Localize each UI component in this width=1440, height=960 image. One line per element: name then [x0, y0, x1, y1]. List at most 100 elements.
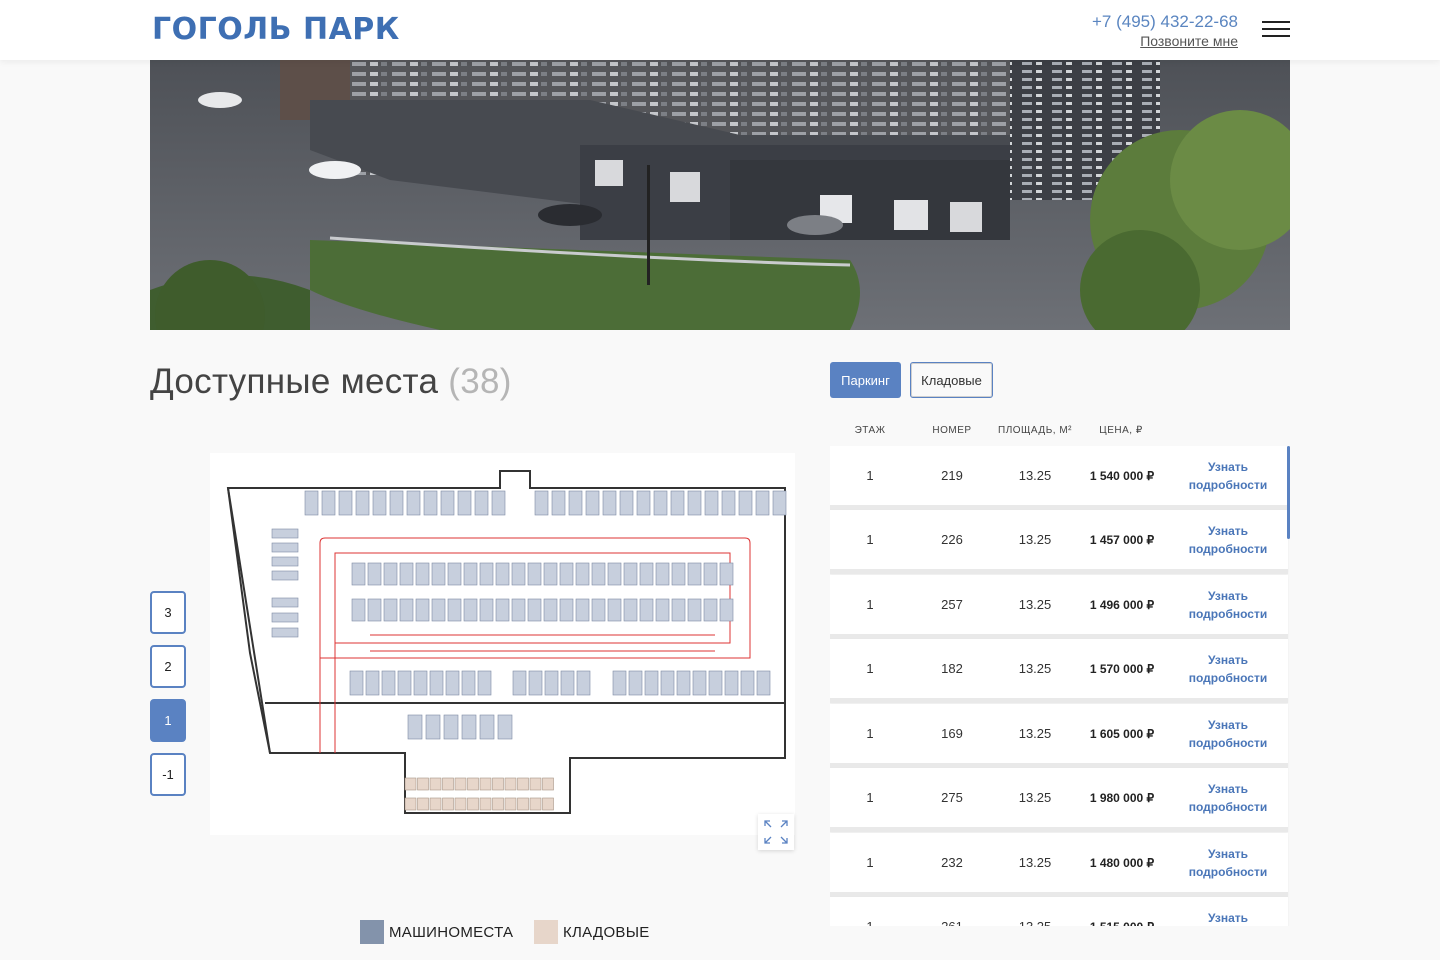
parking-spot[interactable]	[660, 670, 675, 696]
parking-spot[interactable]	[692, 670, 707, 696]
storage-unit[interactable]	[467, 777, 479, 791]
parking-spot[interactable]	[497, 714, 513, 740]
parking-spot[interactable]	[477, 670, 492, 696]
site-logo[interactable]: ГОГОЛЬ ПАРК	[152, 12, 400, 47]
parking-spot[interactable]	[271, 570, 299, 581]
parking-spot[interactable]	[415, 598, 430, 622]
parking-spot[interactable]	[591, 598, 606, 622]
details-link[interactable]: Узнатьподробности	[1175, 639, 1281, 698]
floor-button-3[interactable]: 3	[150, 591, 186, 634]
parking-spot[interactable]	[623, 562, 638, 586]
parking-spot[interactable]	[351, 562, 366, 586]
table-row[interactable]: 1 232 13.25 1 480 000 ₽ Узнать подробност…	[830, 833, 1288, 897]
parking-spot[interactable]	[463, 598, 478, 622]
parking-spot[interactable]	[639, 562, 654, 586]
details-link[interactable]: Узнатьподробности	[1175, 768, 1281, 827]
details-link[interactable]: Узнатьподробности	[1175, 510, 1281, 569]
floor-button-minus1[interactable]: -1	[150, 753, 186, 796]
parking-spot[interactable]	[365, 670, 380, 696]
parking-spot[interactable]	[740, 670, 755, 696]
parking-spot[interactable]	[425, 714, 441, 740]
table-row[interactable]: 1 261 13.25 1 515 000 ₽ Узнатьподробност…	[830, 897, 1288, 926]
parking-spot[interactable]	[543, 562, 558, 586]
storage-unit[interactable]	[542, 797, 554, 811]
parking-spot[interactable]	[415, 562, 430, 586]
parking-spot[interactable]	[655, 598, 670, 622]
parking-spot[interactable]	[383, 598, 398, 622]
parking-spot[interactable]	[527, 598, 542, 622]
parking-spot[interactable]	[479, 714, 495, 740]
parking-spot[interactable]	[495, 598, 510, 622]
parking-spot[interactable]	[719, 598, 734, 622]
parking-spot[interactable]	[457, 490, 472, 516]
parking-spot[interactable]	[479, 562, 494, 586]
storage-unit[interactable]	[442, 797, 454, 811]
parking-spot[interactable]	[756, 670, 771, 696]
storage-unit[interactable]	[504, 777, 517, 791]
parking-spot[interactable]	[636, 490, 651, 516]
expand-plan-button[interactable]	[758, 814, 794, 850]
parking-spot[interactable]	[612, 670, 627, 696]
storage-unit[interactable]	[492, 797, 504, 811]
parking-spot[interactable]	[511, 562, 526, 586]
storage-unit[interactable]	[517, 797, 529, 811]
parking-spot[interactable]	[447, 598, 462, 622]
parking-spot[interactable]	[551, 490, 566, 516]
parking-spot[interactable]	[670, 490, 685, 516]
parking-spot[interactable]	[591, 562, 606, 586]
parking-spot[interactable]	[575, 562, 590, 586]
parking-spot[interactable]	[304, 490, 319, 516]
parking-spot[interactable]	[703, 598, 718, 622]
parking-spot[interactable]	[399, 562, 414, 586]
parking-spot[interactable]	[271, 597, 299, 608]
parking-spot[interactable]	[575, 598, 590, 622]
parking-spot[interactable]	[271, 627, 299, 638]
parking-spot[interactable]	[534, 490, 549, 516]
table-scrollbar[interactable]	[1287, 446, 1290, 539]
parking-spot[interactable]	[349, 670, 364, 696]
hamburger-icon[interactable]	[1262, 20, 1290, 38]
parking-spot[interactable]	[559, 562, 574, 586]
floor-button-1[interactable]: 1	[150, 699, 186, 742]
parking-spot[interactable]	[461, 670, 476, 696]
parking-spot[interactable]	[479, 598, 494, 622]
storage-unit[interactable]	[442, 777, 454, 791]
parking-spot[interactable]	[271, 556, 299, 567]
details-link[interactable]: Узнатьподробности	[1175, 897, 1281, 926]
parking-spot[interactable]	[704, 490, 719, 516]
storage-unit[interactable]	[417, 797, 429, 811]
storage-unit[interactable]	[429, 797, 442, 811]
details-link[interactable]: Узнатьподробности	[1175, 446, 1281, 505]
storage-unit[interactable]	[429, 777, 442, 791]
parking-spot[interactable]	[406, 490, 421, 516]
parking-spot[interactable]	[644, 670, 659, 696]
parking-spot[interactable]	[607, 598, 622, 622]
parking-spot[interactable]	[619, 490, 634, 516]
parking-spot[interactable]	[495, 562, 510, 586]
parking-spot[interactable]	[321, 490, 336, 516]
parking-spot[interactable]	[724, 670, 739, 696]
parking-spot[interactable]	[389, 490, 404, 516]
storage-unit[interactable]	[542, 777, 554, 791]
parking-spot[interactable]	[671, 562, 686, 586]
storage-unit[interactable]	[454, 777, 467, 791]
parking-spot[interactable]	[559, 598, 574, 622]
details-link[interactable]: Узнатьподробности	[1175, 704, 1281, 763]
parking-spot[interactable]	[607, 562, 622, 586]
details-link[interactable]: Узнатьподробности	[1175, 833, 1281, 892]
tab-parking[interactable]: Паркинг	[830, 362, 901, 398]
parking-spot[interactable]	[602, 490, 617, 516]
phone-number[interactable]: +7 (495) 432-22-68	[1092, 12, 1238, 32]
parking-spot[interactable]	[671, 598, 686, 622]
parking-spot[interactable]	[512, 670, 527, 696]
table-row[interactable]: 1 182 13.25 1 570 000 ₽ Узнать подробност…	[830, 639, 1288, 703]
parking-spot[interactable]	[431, 562, 446, 586]
table-row[interactable]: 1 275 13.25 1 980 000 ₽ Узнать подробност…	[830, 768, 1288, 832]
storage-unit[interactable]	[492, 777, 504, 791]
parking-spot[interactable]	[653, 490, 668, 516]
parking-spot[interactable]	[755, 490, 770, 516]
parking-spot[interactable]	[413, 670, 428, 696]
parking-spot[interactable]	[461, 714, 477, 740]
parking-spot[interactable]	[445, 670, 460, 696]
storage-unit[interactable]	[404, 777, 417, 791]
